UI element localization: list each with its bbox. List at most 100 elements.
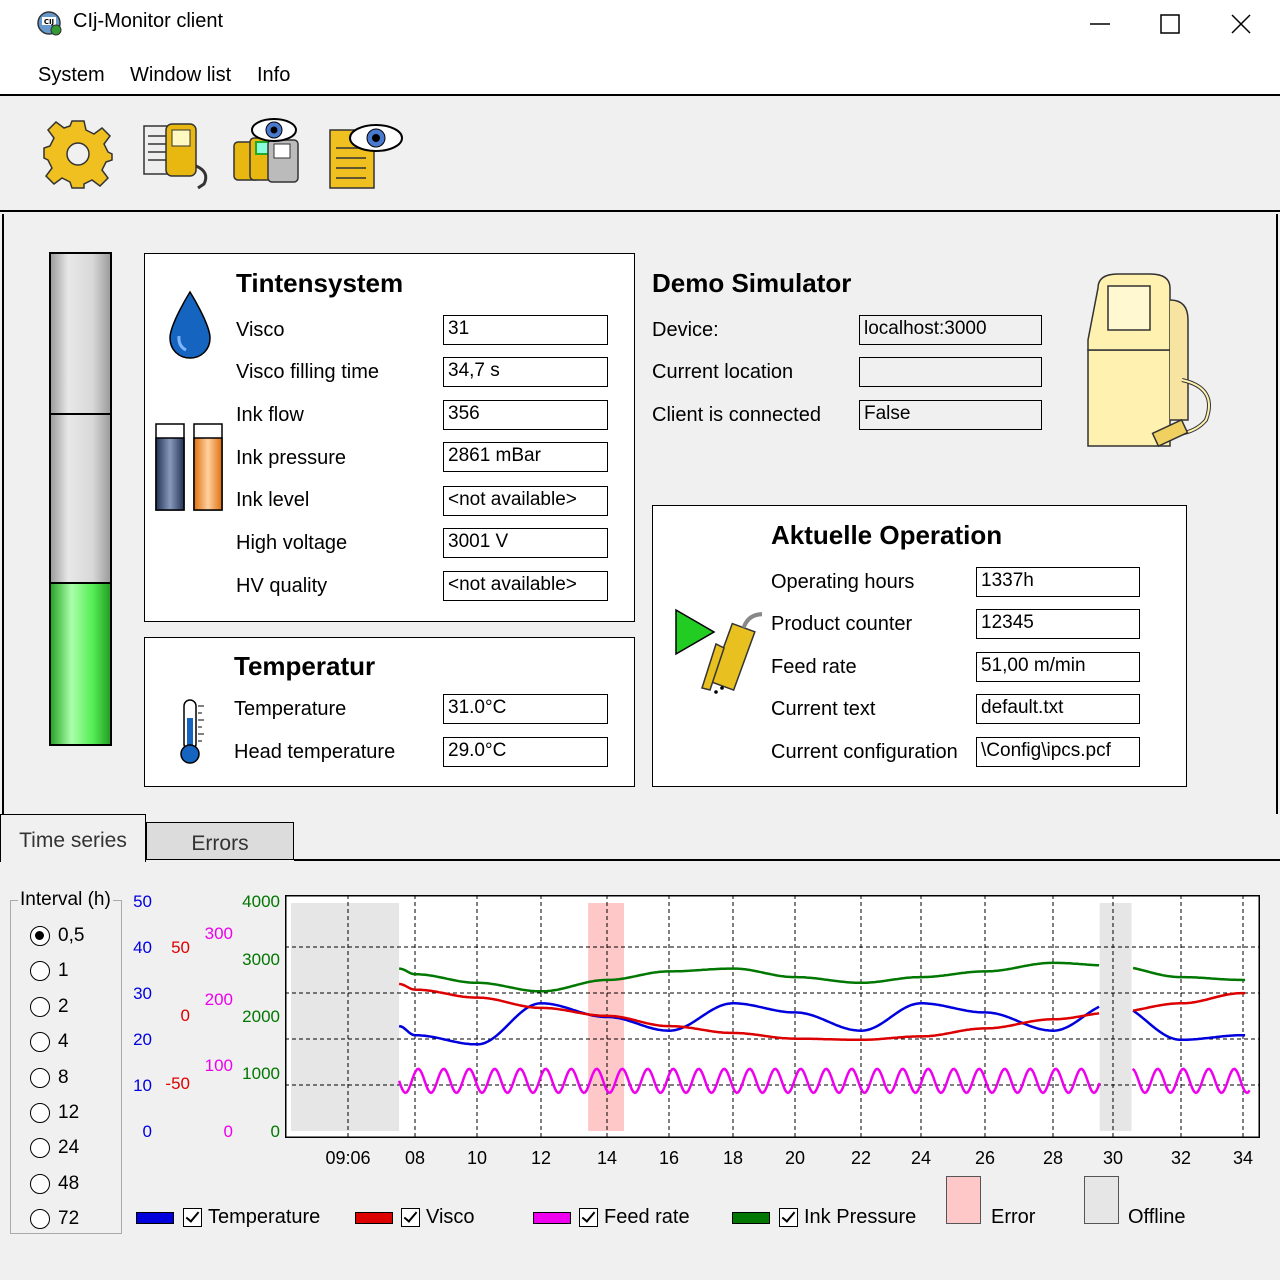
- visco-label: Visco: [236, 319, 285, 341]
- toolbar: [0, 96, 1280, 212]
- high-voltage-field[interactable]: 3001 V: [443, 528, 608, 558]
- operation-title: Aktuelle Operation: [771, 520, 1003, 550]
- offline-band: [291, 903, 400, 1131]
- interval-option-72[interactable]: 72: [30, 1207, 79, 1231]
- operating-hours-label: Operating hours: [771, 571, 915, 593]
- document-watch-icon[interactable]: [326, 116, 406, 196]
- close-icon: [1231, 14, 1251, 34]
- interval-option-48[interactable]: 48: [30, 1172, 79, 1196]
- current-text-field[interactable]: default.txt: [976, 694, 1140, 724]
- legend-swatch-error: [946, 1176, 981, 1224]
- interval-option-label: 72: [58, 1208, 80, 1230]
- ink-pressure-label: Ink pressure: [236, 447, 347, 469]
- legend-swatch: [136, 1212, 174, 1224]
- interval-option-label: 48: [58, 1172, 80, 1194]
- head-temperature-field[interactable]: 29.0°C: [443, 737, 608, 767]
- offline-band: [1099, 903, 1132, 1131]
- radio-button[interactable]: [30, 1067, 50, 1088]
- radio-button[interactable]: [30, 926, 50, 946]
- y-axis-tick-feed-rate: 0: [223, 1122, 233, 1141]
- y-axis-tick-ink-pressure: 0: [270, 1122, 280, 1141]
- printer-document-icon[interactable]: [138, 116, 218, 196]
- current-location-field[interactable]: [859, 357, 1042, 387]
- interval-option-2[interactable]: 2: [30, 995, 69, 1019]
- legend-checkbox-ink-pressure[interactable]: [779, 1208, 798, 1227]
- maximize-icon: [1160, 14, 1180, 34]
- ink-level-field[interactable]: <not available>: [443, 486, 608, 516]
- legend-swatch: [732, 1212, 770, 1224]
- tab-time-series[interactable]: Time series: [0, 814, 146, 862]
- x-tick-label: 20: [784, 1148, 806, 1168]
- radio-button[interactable]: [30, 1032, 50, 1053]
- temperature-field[interactable]: 31.0°C: [443, 694, 608, 724]
- svg-text:CIJ: CIJ: [44, 18, 54, 26]
- print-head-play-icon: [675, 608, 762, 694]
- ink-drop-icon: [169, 290, 211, 359]
- tab-errors[interactable]: Errors: [146, 822, 294, 860]
- legend-checkbox-visco[interactable]: [401, 1208, 420, 1227]
- interval-option-4[interactable]: 4: [30, 1030, 69, 1054]
- interval-option-0-5[interactable]: 0,5: [30, 924, 84, 948]
- cij-logo-icon: CIJ: [37, 11, 62, 36]
- product-counter-field[interactable]: 12345: [976, 609, 1140, 639]
- operating-hours-field[interactable]: 1337h: [976, 567, 1140, 597]
- x-tick-label: 14: [596, 1148, 618, 1168]
- menu-info[interactable]: Info: [257, 64, 290, 87]
- tab-strip-line: [294, 859, 1280, 861]
- menu-window-list[interactable]: Window list: [130, 64, 231, 87]
- visco-filling-time-label: Visco filling time: [236, 361, 380, 383]
- current-location-label: Current location: [652, 361, 794, 383]
- feed-rate-field[interactable]: 51,00 m/min: [976, 652, 1140, 682]
- current-configuration-field[interactable]: \Config\ipcs.pcf: [976, 737, 1140, 767]
- interval-option-12[interactable]: 12: [30, 1101, 79, 1125]
- device-label: Device:: [652, 319, 719, 341]
- device-title: Demo Simulator: [652, 268, 852, 298]
- y-axis-tick-ink-pressure: 3000: [242, 950, 280, 969]
- thermometer-icon: [180, 699, 204, 764]
- current-configuration-label: Current configuration: [771, 741, 958, 763]
- printer-device-icon: [1087, 273, 1211, 448]
- visco-field[interactable]: 31: [443, 315, 608, 345]
- x-tick-label: 34: [1232, 1148, 1254, 1168]
- minimize-button[interactable]: [1065, 0, 1135, 48]
- device-field[interactable]: localhost:3000: [859, 315, 1042, 345]
- x-tick-label: 09:06: [325, 1148, 371, 1168]
- printers-watch-icon[interactable]: [230, 116, 310, 196]
- legend-swatch: [355, 1212, 393, 1224]
- radio-button[interactable]: [30, 1173, 50, 1194]
- interval-option-label: 2: [58, 995, 69, 1017]
- interval-option-24[interactable]: 24: [30, 1136, 79, 1160]
- y-axis-tick-visco: -50: [165, 1074, 190, 1093]
- radio-button[interactable]: [30, 1103, 50, 1123]
- high-voltage-label: High voltage: [236, 532, 348, 554]
- radio-button[interactable]: [30, 961, 50, 982]
- hv-quality-field[interactable]: <not available>: [443, 571, 608, 601]
- title-bar: CIJ CIj-Monitor client: [0, 0, 1280, 48]
- y-axis-tick-ink-pressure: 1000: [242, 1064, 280, 1083]
- close-button[interactable]: [1206, 0, 1276, 48]
- legend-checkbox-feed-rate[interactable]: [579, 1208, 598, 1227]
- ink-pressure-field[interactable]: 2861 mBar: [443, 442, 608, 472]
- settings-gear-icon[interactable]: [38, 116, 118, 196]
- interval-title: Interval (h): [18, 889, 113, 911]
- interval-option-label: 12: [58, 1102, 80, 1123]
- radio-button[interactable]: [30, 996, 50, 1017]
- y-axis-tick-ink-pressure: 2000: [242, 1007, 280, 1026]
- interval-option-label: 1: [58, 960, 69, 982]
- ink-level-gauge: [49, 252, 112, 746]
- legend-checkbox-temperature[interactable]: [183, 1208, 202, 1227]
- ink-tanks-icon: [155, 423, 223, 511]
- menu-system[interactable]: System: [38, 64, 105, 87]
- radio-button[interactable]: [30, 1138, 50, 1159]
- x-tick-label: 16: [658, 1148, 680, 1168]
- legend-swatch: [533, 1212, 571, 1224]
- visco-filling-time-field[interactable]: 34,7 s: [443, 357, 608, 387]
- interval-option-8[interactable]: 8: [30, 1066, 69, 1090]
- interval-option-1[interactable]: 1: [30, 959, 69, 983]
- client-connected-field[interactable]: False: [859, 400, 1042, 430]
- maximize-button[interactable]: [1135, 0, 1205, 48]
- y-axis-tick-feed-rate: 300: [204, 924, 233, 943]
- ink-flow-field[interactable]: 356: [443, 400, 608, 430]
- ink-flow-label: Ink flow: [236, 404, 304, 426]
- radio-button[interactable]: [30, 1209, 50, 1230]
